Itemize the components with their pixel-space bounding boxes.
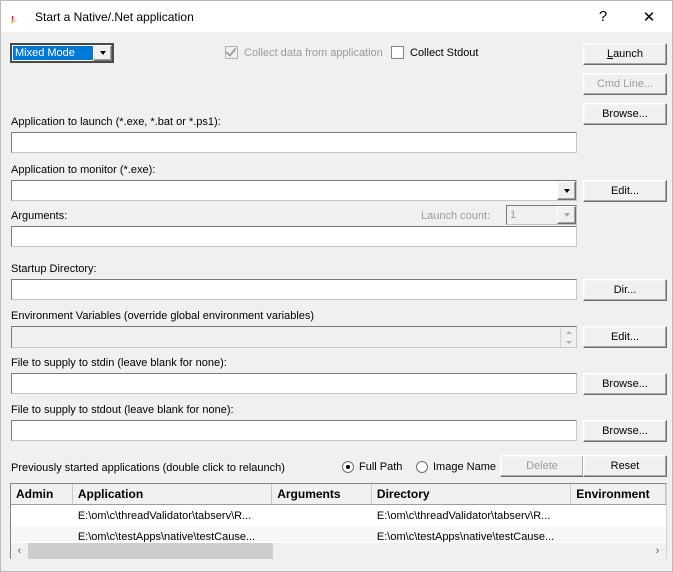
app-to-monitor-label: Application to monitor (*.exe):: [11, 164, 156, 176]
scrollbar-track[interactable]: [28, 543, 649, 559]
window-title: Start a Native/.Net application: [35, 9, 194, 24]
start-application-window: Start a Native/.Net application ? ✕ Mixe…: [0, 0, 673, 572]
dir-button[interactable]: Dir...: [583, 279, 667, 301]
title-bar: Start a Native/.Net application ? ✕: [1, 1, 672, 32]
arguments-label: Arguments:: [11, 210, 68, 222]
launch-count-value: 1: [510, 209, 517, 221]
spinner-up-icon: [561, 327, 576, 337]
image-name-radio-label: Image Name: [433, 461, 496, 473]
column-header-directory[interactable]: Directory: [372, 484, 572, 504]
spinner-down-icon: [561, 337, 576, 347]
launch-button[interactable]: Launch: [583, 43, 667, 65]
stdout-file-input[interactable]: [11, 420, 577, 441]
collect-stdout-checkbox-label: Collect Stdout: [410, 46, 479, 59]
rainbow-fan-icon: [10, 9, 26, 25]
grid-header-row: Admin Application Arguments Directory En…: [11, 484, 666, 505]
full-path-radio[interactable]: Full Path: [342, 461, 402, 473]
edit-monitor-button[interactable]: Edit...: [583, 180, 667, 202]
column-header-environment[interactable]: Environment: [571, 484, 666, 504]
app-to-monitor-dropdown-button[interactable]: [557, 181, 576, 200]
app-to-monitor-combo[interactable]: [11, 180, 577, 201]
environment-variables-label: Environment Variables (override global e…: [11, 310, 315, 322]
cell-application: E:\om\c\threadValidator\tabserv\R...: [77, 509, 252, 522]
cell-environment: [571, 505, 666, 526]
help-button[interactable]: ?: [580, 1, 626, 32]
close-button[interactable]: ✕: [626, 1, 672, 32]
dialog-client-area: Mixed Mode Collect data from application…: [1, 32, 672, 571]
scroll-right-icon[interactable]: ›: [649, 543, 666, 559]
browse-stdout-button[interactable]: Browse...: [583, 420, 667, 442]
chevron-down-icon: [563, 213, 570, 217]
app-to-launch-input[interactable]: [11, 132, 577, 153]
bottom-clipped-strip: [1, 559, 672, 571]
arguments-input[interactable]: [11, 226, 577, 247]
launch-count-dropdown-button: [557, 206, 576, 224]
full-path-radio-circle[interactable]: [342, 461, 354, 473]
column-header-application[interactable]: Application: [73, 484, 273, 504]
collect-stdout-checkbox[interactable]: Collect Stdout: [391, 46, 478, 59]
stdin-file-input[interactable]: [11, 373, 577, 394]
app-to-monitor-value: [12, 181, 557, 200]
mode-combo-dropdown-button[interactable]: [93, 45, 112, 61]
launch-button-label: Launch: [606, 48, 644, 60]
column-header-arguments[interactable]: Arguments: [272, 484, 372, 504]
cell-arguments: [272, 505, 372, 526]
app-to-launch-label: Application to launch (*.exe, *.bat or *…: [11, 116, 221, 128]
collect-data-checkbox-label: Collect data from application: [244, 46, 383, 59]
radio-selected-dot: [346, 465, 350, 469]
mode-combo[interactable]: Mixed Mode: [10, 43, 114, 63]
collect-stdout-checkbox-box[interactable]: [391, 46, 404, 59]
scroll-left-icon[interactable]: ‹: [11, 543, 28, 559]
stdin-file-label: File to supply to stdin (leave blank for…: [11, 357, 227, 369]
check-icon: [225, 45, 237, 57]
reset-button[interactable]: Reset: [583, 455, 667, 477]
scrollbar-thumb[interactable]: [28, 543, 273, 559]
cell-admin: [11, 505, 73, 526]
browse-app-button[interactable]: Browse...: [583, 103, 667, 125]
delete-button: Delete: [500, 455, 584, 477]
chevron-down-icon: [563, 188, 570, 193]
launch-count-combo: 1: [506, 205, 577, 225]
browse-stdin-button[interactable]: Browse...: [583, 373, 667, 395]
cell-directory: E:\om\c\threadValidator\tabserv\R...: [376, 509, 551, 522]
environment-variables-field: [11, 326, 577, 348]
cmd-line-button: Cmd Line...: [583, 73, 667, 95]
stdout-file-label: File to supply to stdout (leave blank fo…: [11, 404, 234, 416]
collect-data-checkbox: Collect data from application: [225, 45, 383, 59]
table-row[interactable]: E:\om\c\threadValidator\tabserv\R... E:\…: [11, 505, 666, 526]
mode-combo-value: Mixed Mode: [13, 46, 93, 60]
image-name-radio-circle[interactable]: [416, 461, 428, 473]
edit-environment-button[interactable]: Edit...: [583, 326, 667, 348]
collect-data-checkbox-box: [225, 45, 238, 59]
environment-variables-value: [12, 327, 560, 347]
launch-count-label: Launch count:: [421, 210, 491, 222]
title-bar-buttons: ? ✕: [580, 1, 672, 32]
full-path-radio-label: Full Path: [359, 461, 403, 473]
environment-variables-spinner: [560, 327, 576, 347]
grid-horizontal-scrollbar[interactable]: ‹ ›: [11, 542, 666, 559]
chevron-down-icon: [99, 51, 106, 55]
history-grid[interactable]: Admin Application Arguments Directory En…: [10, 483, 667, 560]
startup-directory-label: Startup Directory:: [11, 263, 97, 275]
startup-directory-input[interactable]: [11, 279, 577, 300]
history-label: Previously started applications (double …: [11, 462, 285, 474]
column-header-admin[interactable]: Admin: [11, 484, 73, 504]
image-name-radio[interactable]: Image Name: [416, 461, 496, 473]
